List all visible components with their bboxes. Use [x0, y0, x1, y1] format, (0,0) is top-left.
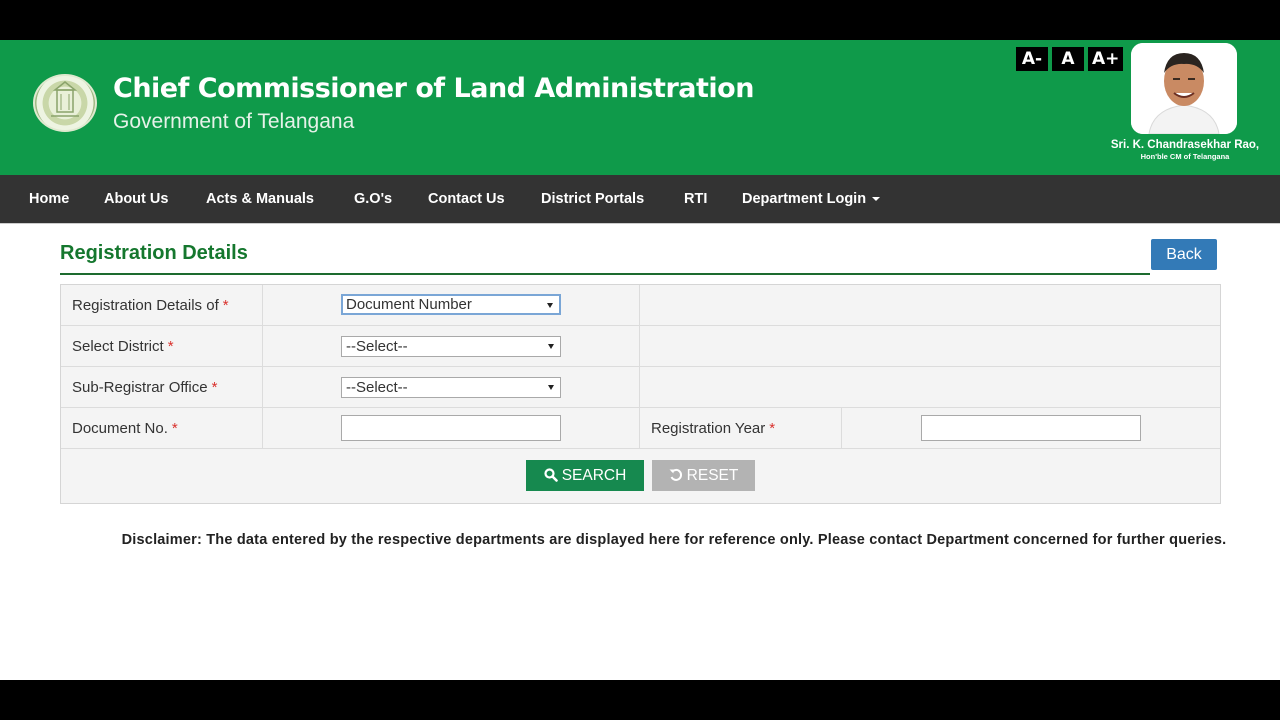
form-row-registration-details-of: Registration Details of * Document Number [61, 285, 1220, 326]
undo-icon [669, 468, 682, 481]
label-text: Registration Details of [72, 297, 219, 314]
required-marker: * [211, 379, 218, 396]
form-actions-row: SEARCH RESET [61, 449, 1220, 503]
dropdown-arrow-icon [548, 385, 554, 390]
site-header: Chief Commissioner of Land Administratio… [0, 40, 1280, 175]
registration-year-input[interactable] [921, 415, 1141, 441]
font-normal-button[interactable]: A [1052, 47, 1084, 71]
search-icon [544, 468, 558, 482]
main-navbar: Home About Us Acts & Manuals G.O's Conta… [0, 175, 1280, 223]
registration-details-of-select[interactable]: Document Number [341, 294, 561, 315]
required-marker: * [171, 420, 178, 437]
sro-cell: --Select-- [263, 367, 640, 408]
reset-button-label: RESET [686, 467, 739, 484]
main-content: Registration Details Back Registration D… [0, 223, 1280, 680]
disclaimer-text: Disclaimer: The data entered by the resp… [121, 532, 1227, 548]
form-row-sro: Sub-Registrar Office * --Select-- [61, 367, 1220, 408]
district-select[interactable]: --Select-- [341, 336, 561, 357]
document-no-input[interactable] [341, 415, 561, 441]
cm-portrait [1131, 43, 1237, 134]
font-size-controls: A- A A+ [1016, 47, 1124, 71]
required-marker: * [167, 338, 174, 355]
sro-label: Sub-Registrar Office * [61, 367, 263, 408]
nav-gos[interactable]: G.O's [354, 175, 392, 223]
label-text: Select District [72, 338, 164, 355]
nav-rti[interactable]: RTI [684, 175, 707, 223]
nav-contact-us[interactable]: Contact Us [428, 175, 505, 223]
form-row-document: Document No. * Registration Year * [61, 408, 1220, 449]
caret-down-icon [872, 197, 881, 202]
site-title: Chief Commissioner of Land Administratio… [113, 73, 754, 104]
letterbox-top [0, 0, 1280, 40]
district-label: Select District * [61, 326, 263, 367]
site-subtitle: Government of Telangana [113, 110, 355, 133]
search-button-label: SEARCH [561, 467, 627, 484]
nav-about-us[interactable]: About Us [104, 175, 168, 223]
registration-details-of-cell: Document Number [263, 285, 640, 326]
registration-details-of-label: Registration Details of * [61, 285, 263, 326]
dropdown-arrow-icon [548, 344, 554, 349]
font-decrease-button[interactable]: A- [1016, 47, 1048, 71]
registration-year-cell [842, 408, 1220, 449]
title-divider [60, 273, 1150, 275]
nav-acts-manuals[interactable]: Acts & Manuals [206, 175, 314, 223]
reset-button[interactable]: RESET [652, 460, 755, 491]
label-text: Document No. [72, 420, 168, 437]
form-row-district: Select District * --Select-- [61, 326, 1220, 367]
registration-year-label: Registration Year * [640, 408, 842, 449]
nav-home[interactable]: Home [29, 175, 69, 223]
district-cell: --Select-- [263, 326, 640, 367]
font-increase-button[interactable]: A+ [1088, 47, 1124, 71]
nav-department-login-label: Department Login [742, 191, 867, 207]
letterbox-bottom [0, 680, 1280, 720]
page-title: Registration Details [60, 242, 248, 264]
required-marker: * [769, 420, 776, 437]
select-value: Document Number [346, 296, 472, 313]
required-marker: * [222, 297, 229, 314]
label-text: Registration Year [651, 420, 766, 437]
cm-name: Sri. K. Chandrasekhar Rao, [1110, 139, 1260, 151]
back-button[interactable]: Back [1151, 239, 1217, 270]
sro-select[interactable]: --Select-- [341, 377, 561, 398]
search-button[interactable]: SEARCH [526, 460, 644, 491]
select-value: --Select-- [346, 338, 408, 355]
nav-department-login[interactable]: Department Login [742, 175, 881, 223]
telangana-emblem-icon [33, 74, 97, 132]
label-text: Sub-Registrar Office [72, 379, 208, 396]
select-value: --Select-- [346, 379, 408, 396]
registration-form: Registration Details of * Document Number… [60, 284, 1221, 504]
document-no-label: Document No. * [61, 408, 263, 449]
document-no-cell [263, 408, 640, 449]
cm-title: Hon'ble CM of Telangana [1140, 152, 1230, 161]
nav-district-portals[interactable]: District Portals [541, 175, 644, 223]
dropdown-arrow-icon [547, 303, 553, 308]
